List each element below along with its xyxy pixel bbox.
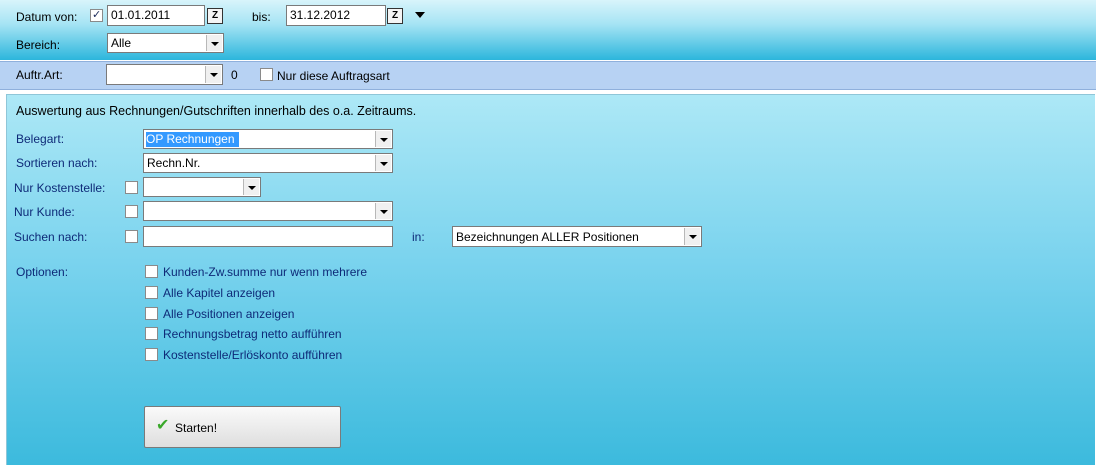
- in-label: in:: [412, 230, 425, 244]
- nur-diese-auftragsart-label: Nur diese Auftragsart: [277, 69, 390, 83]
- datum-von-label: Datum von:: [16, 10, 78, 24]
- nur-diese-auftragsart-checkbox[interactable]: [260, 68, 273, 81]
- kostenstelle-label: Nur Kostenstelle:: [14, 181, 106, 195]
- option-label: Kunden-Zw.summe nur wenn mehrere: [163, 265, 368, 279]
- chevron-down-icon[interactable]: [375, 203, 391, 219]
- bereich-label: Bereich:: [16, 38, 61, 52]
- chevron-down-icon[interactable]: [375, 155, 391, 171]
- suchen-label: Suchen nach:: [14, 230, 88, 244]
- kostenstelle-checkbox[interactable]: [125, 181, 138, 194]
- belegart-select[interactable]: OP Rechnungen: [143, 129, 393, 149]
- optionen-label: Optionen:: [16, 265, 69, 279]
- start-button[interactable]: ✔ Starten!: [144, 406, 341, 448]
- option-label: Alle Positionen anzeigen: [163, 307, 295, 321]
- in-select-value: Bezeichnungen ALLER Positionen: [456, 230, 639, 244]
- sortieren-label: Sortieren nach:: [16, 156, 98, 170]
- kostenstelle-select[interactable]: [143, 177, 261, 197]
- option-label: Alle Kapitel anzeigen: [163, 286, 276, 300]
- in-select[interactable]: Bezeichnungen ALLER Positionen: [452, 226, 702, 247]
- chevron-down-icon[interactable]: [375, 131, 391, 147]
- report-description: Auswertung aus Rechnungen/Gutschriften i…: [16, 104, 417, 118]
- bis-calendar-icon[interactable]: Z: [387, 8, 403, 24]
- option-checkbox[interactable]: [145, 265, 158, 278]
- belegart-select-value: OP Rechnungen: [146, 132, 239, 147]
- sortieren-select-value: Rechn.Nr.: [147, 156, 201, 170]
- sortieren-select[interactable]: Rechn.Nr.: [143, 153, 393, 173]
- bis-label: bis:: [252, 10, 271, 24]
- option-checkbox[interactable]: [145, 286, 158, 299]
- start-button-label: Starten!: [175, 421, 218, 435]
- chevron-down-icon[interactable]: [243, 179, 259, 195]
- bis-input[interactable]: 31.12.2012: [286, 5, 386, 26]
- option-checkbox[interactable]: [145, 327, 158, 340]
- option-checkbox[interactable]: [145, 307, 158, 320]
- datum-von-checkbox[interactable]: [90, 8, 103, 22]
- kunde-label: Nur Kunde:: [14, 205, 75, 219]
- chevron-down-icon[interactable]: [684, 228, 700, 245]
- belegart-label: Belegart:: [16, 132, 65, 146]
- kunde-checkbox[interactable]: [125, 205, 138, 218]
- chevron-down-icon[interactable]: [205, 66, 221, 83]
- datum-von-input[interactable]: 01.01.2011: [107, 5, 205, 26]
- checkmark-icon: ✔: [156, 417, 170, 434]
- option-label: Rechnungsbetrag netto aufführen: [163, 327, 342, 341]
- triangle-down-icon[interactable]: [415, 12, 425, 18]
- kunde-select[interactable]: [143, 201, 393, 221]
- option-checkbox[interactable]: [145, 348, 158, 361]
- datum-von-calendar-icon[interactable]: Z: [207, 8, 223, 24]
- bereich-select-value: Alle: [111, 36, 132, 50]
- auftr-art-select[interactable]: [106, 64, 223, 85]
- chevron-down-icon[interactable]: [206, 35, 222, 51]
- auftr-art-count: 0: [231, 68, 238, 82]
- suchen-checkbox[interactable]: [125, 230, 138, 243]
- option-label: Kostenstelle/Erlöskonto aufführen: [163, 348, 343, 362]
- suchen-input[interactable]: [143, 226, 393, 247]
- bereich-select[interactable]: Alle: [107, 33, 224, 53]
- auftr-art-label: Auftr.Art:: [16, 68, 63, 82]
